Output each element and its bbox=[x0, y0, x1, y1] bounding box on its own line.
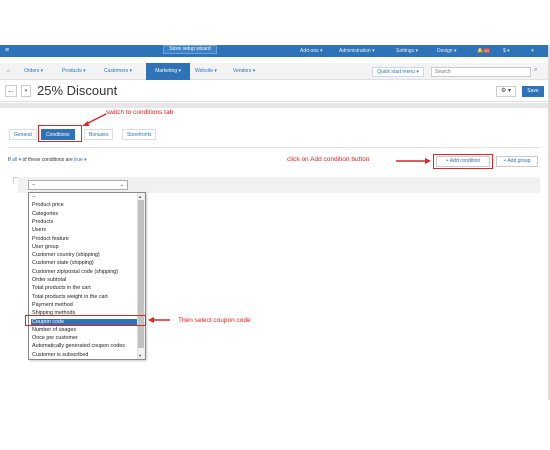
option-item[interactable]: Categories bbox=[31, 211, 137, 218]
tab-general[interactable]: General bbox=[9, 129, 37, 140]
option-item[interactable]: Number of usages bbox=[31, 327, 137, 334]
home-icon[interactable]: ⌂ bbox=[7, 68, 10, 74]
option-item[interactable]: Customer country (shipping) bbox=[31, 252, 137, 259]
annotation-add-note: click on Add condition button bbox=[287, 156, 370, 163]
conditions-middle: of these conditions are bbox=[22, 157, 73, 163]
tab-storefronts[interactable]: Storefronts bbox=[122, 129, 157, 140]
administration-menu[interactable]: Administration ▾ bbox=[339, 48, 375, 54]
back-button[interactable]: ← bbox=[5, 85, 17, 97]
option-item[interactable]: Total products weight in the cart bbox=[31, 294, 137, 301]
option-item[interactable]: Product feature bbox=[31, 236, 137, 243]
design-menu[interactable]: Design ▾ bbox=[437, 48, 456, 54]
add-group-button[interactable]: + Add group bbox=[496, 156, 538, 167]
annotation-tab-note: switch to conditions tab bbox=[106, 109, 174, 116]
true-toggle[interactable]: true ▾ bbox=[74, 157, 87, 163]
annotation-arrow-coupon bbox=[148, 317, 170, 323]
option-item[interactable]: Order subtotal bbox=[31, 277, 137, 284]
tab-bonuses[interactable]: Bonuses bbox=[84, 129, 114, 140]
save-button[interactable]: Save bbox=[522, 86, 544, 97]
option-item[interactable]: Products bbox=[31, 219, 137, 226]
page-title: 25% Discount bbox=[37, 83, 118, 98]
title-dropdown-button[interactable]: ▾ bbox=[21, 85, 31, 97]
scroll-down-icon[interactable]: ▼ bbox=[138, 353, 142, 358]
annotation-coupon-note: Then select coupon code bbox=[178, 317, 251, 324]
option-item[interactable]: User group bbox=[31, 244, 137, 251]
hamburger-menu-icon[interactable]: ≡ bbox=[5, 47, 9, 54]
nav-products[interactable]: Products ▾ bbox=[62, 68, 86, 74]
search-input[interactable] bbox=[431, 67, 531, 77]
condition-select-value: -- bbox=[32, 182, 36, 188]
nav-orders[interactable]: Orders ▾ bbox=[24, 68, 43, 74]
nav-website[interactable]: Website ▾ bbox=[195, 68, 217, 74]
chevron-down-icon: ▾ bbox=[24, 88, 28, 94]
currency-menu[interactable]: $ ▾ bbox=[503, 48, 510, 54]
coupon-code-highlight bbox=[25, 315, 146, 326]
notification-badge: 40 bbox=[483, 48, 490, 53]
conditions-tab-highlight bbox=[38, 125, 82, 142]
nav-customers[interactable]: Customers ▾ bbox=[104, 68, 132, 74]
chevron-down-icon: ⌄ bbox=[119, 182, 124, 188]
settings-gear-button[interactable]: ⚙ ▾ bbox=[496, 86, 516, 97]
option-item[interactable]: Product price bbox=[31, 202, 137, 209]
notifications-button[interactable]: 🔔40 bbox=[477, 48, 490, 54]
annotation-arrow-add bbox=[396, 158, 431, 164]
option-item[interactable]: Customer is subscribed bbox=[31, 352, 137, 359]
condition-options-list[interactable]: -- Product price Categories Products Users Pr… bbox=[28, 192, 146, 360]
search-icon[interactable]: ⌕ bbox=[534, 67, 537, 74]
nav-marketing[interactable]: Marketing ▾ bbox=[146, 63, 190, 80]
option-item[interactable]: Total products in the cart bbox=[31, 285, 137, 292]
settings-menu[interactable]: Settings ▾ bbox=[396, 48, 418, 54]
user-menu[interactable]: 👤▾ bbox=[525, 48, 534, 54]
scroll-up-icon[interactable]: ▲ bbox=[138, 194, 142, 199]
conditions-prefix: If bbox=[8, 157, 11, 163]
addons-menu[interactable]: Add-ons ▾ bbox=[300, 48, 323, 54]
option-item[interactable]: Automatically generated coupon codes bbox=[31, 343, 137, 350]
tabs-divider bbox=[8, 147, 540, 148]
add-condition-button[interactable]: + Add condition bbox=[436, 156, 490, 167]
option-item[interactable]: Customer zip/postal code (shipping) bbox=[31, 269, 137, 276]
option-item[interactable]: Users bbox=[31, 227, 137, 234]
option-item[interactable]: -- bbox=[31, 194, 137, 201]
admin-top-bar: ≡ Add-ons ▾ Administration ▾ Settings ▾ … bbox=[0, 45, 550, 57]
quick-start-menu[interactable]: Quick start menu ▾ bbox=[372, 67, 424, 77]
arrow-left-icon: ← bbox=[7, 86, 15, 95]
annotation-arrow-tab bbox=[82, 113, 107, 126]
option-item[interactable]: Customer state (shipping) bbox=[31, 260, 137, 267]
nav-vendors[interactable]: Vendors ▾ bbox=[233, 68, 255, 74]
conditions-sentence: If all ▾ of these conditions are true ▾ bbox=[8, 157, 87, 163]
option-item[interactable]: Payment method bbox=[31, 302, 137, 309]
option-item[interactable]: Once per customer bbox=[31, 335, 137, 342]
divider bbox=[0, 103, 550, 108]
all-toggle[interactable]: all ▾ bbox=[12, 157, 21, 163]
store-setup-wizard-button[interactable]: Store setup wizard bbox=[163, 45, 217, 54]
condition-type-select[interactable]: -- ⌄ bbox=[28, 180, 128, 190]
